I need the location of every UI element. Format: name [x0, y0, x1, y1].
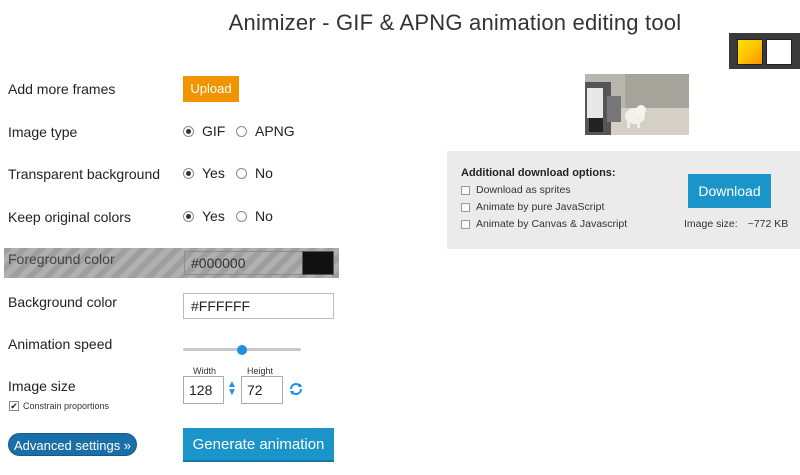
- image-size-info: Image size: ~772 KB: [684, 218, 788, 230]
- radio-label-no: No: [255, 208, 273, 224]
- foreground-color-label: Foreground color: [8, 251, 115, 267]
- download-options-panel: Additional download options: Download as…: [447, 151, 800, 249]
- preview-image: [585, 74, 689, 135]
- radio-dot-checked[interactable]: [183, 210, 194, 222]
- radio-dot[interactable]: [236, 125, 247, 137]
- radio-label-apng: APNG: [255, 123, 295, 139]
- image-size-info-value: ~772 KB: [747, 218, 789, 230]
- advanced-settings-button[interactable]: Advanced settings »: [8, 433, 137, 456]
- refresh-icon-svg: [290, 383, 302, 395]
- transparent-bg-label: Transparent background: [8, 166, 161, 182]
- constrain-proportions-checkbox[interactable]: ✔ Constrain proportions: [9, 401, 109, 411]
- width-label: Width: [193, 366, 217, 376]
- constrain-proportions-label: Constrain proportions: [23, 401, 110, 411]
- download-button[interactable]: Download: [688, 174, 771, 208]
- animation-preview-thumbnail: [585, 74, 689, 135]
- width-input[interactable]: 128: [183, 376, 224, 404]
- checkbox[interactable]: [461, 202, 470, 212]
- radio-transparent-yes[interactable]: Yes: [183, 165, 225, 181]
- download-options-title: Additional download options:: [461, 167, 616, 179]
- animation-speed-label: Animation speed: [8, 336, 113, 352]
- link-proportions-icon[interactable]: ▲ ▼: [227, 380, 237, 398]
- radio-gif[interactable]: GIF: [183, 123, 225, 139]
- background-swatch-picker: [729, 33, 800, 69]
- gradient-swatch[interactable]: [737, 39, 763, 65]
- animate-canvas-label: Animate by Canvas & Javascript: [476, 218, 628, 230]
- foreground-color-row: Foreground color #000000: [4, 248, 339, 278]
- refresh-icon[interactable]: [288, 381, 304, 397]
- image-size-label: Image size: [8, 378, 76, 394]
- animate-js-label: Animate by pure JavaScript: [476, 201, 605, 213]
- image-size-info-label: Image size:: [684, 218, 738, 230]
- keep-colors-label: Keep original colors: [8, 209, 131, 225]
- download-sprites-option[interactable]: Download as sprites: [461, 184, 571, 196]
- radio-keep-yes[interactable]: Yes: [183, 208, 225, 224]
- download-sprites-label: Download as sprites: [476, 184, 571, 196]
- radio-label-gif: GIF: [202, 123, 226, 139]
- radio-dot-checked[interactable]: [183, 167, 194, 179]
- radio-label-yes: Yes: [202, 165, 225, 181]
- generate-animation-button[interactable]: Generate animation: [183, 428, 334, 462]
- height-label: Height: [247, 366, 274, 376]
- speed-slider-thumb[interactable]: [237, 345, 247, 355]
- radio-transparent-no[interactable]: No: [236, 165, 273, 181]
- height-input[interactable]: 72: [241, 376, 283, 404]
- add-frames-label: Add more frames: [8, 81, 116, 97]
- radio-keep-no[interactable]: No: [236, 208, 273, 224]
- background-color-input[interactable]: #FFFFFF: [183, 293, 334, 319]
- page-title: Animizer - GIF & APNG animation editing …: [228, 10, 682, 35]
- image-type-label: Image type: [8, 124, 78, 140]
- white-swatch[interactable]: [766, 39, 792, 65]
- checkbox[interactable]: [461, 219, 470, 229]
- radio-apng[interactable]: APNG: [236, 123, 295, 139]
- animate-canvas-option[interactable]: Animate by Canvas & Javascript: [461, 218, 627, 230]
- foreground-color-swatch[interactable]: [302, 251, 334, 275]
- radio-dot-checked[interactable]: [183, 125, 194, 137]
- upload-button[interactable]: Upload: [183, 76, 239, 102]
- constrain-checkbox-box[interactable]: ✔: [9, 401, 19, 411]
- radio-dot[interactable]: [236, 167, 247, 179]
- background-color-label: Background color: [8, 294, 117, 310]
- radio-label-yes: Yes: [202, 208, 225, 224]
- checkbox[interactable]: [461, 185, 470, 195]
- radio-dot[interactable]: [236, 210, 247, 222]
- radio-label-no: No: [255, 165, 273, 181]
- animate-js-option[interactable]: Animate by pure JavaScript: [461, 201, 604, 213]
